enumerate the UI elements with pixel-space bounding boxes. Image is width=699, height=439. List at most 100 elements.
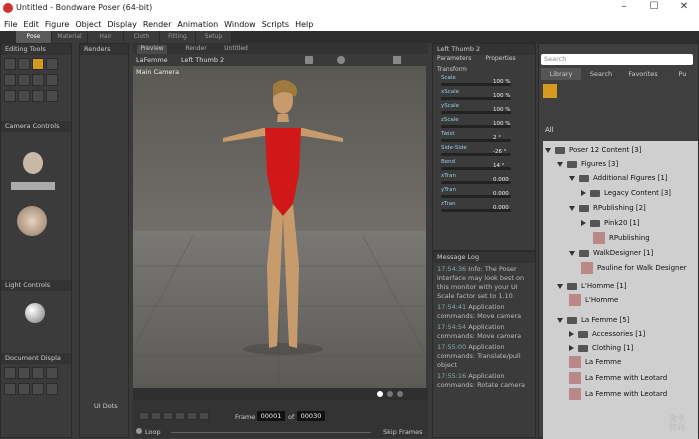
- menu-edit[interactable]: Edit: [23, 20, 39, 29]
- menu-window[interactable]: Window: [224, 20, 256, 29]
- parameter-row[interactable]: Side-Side -26 °: [433, 145, 535, 159]
- minimize-button[interactable]: –: [609, 1, 639, 16]
- scale-tool-icon[interactable]: [46, 58, 58, 70]
- parameter-row[interactable]: yScale 100 %: [433, 103, 535, 117]
- library-item[interactable]: L'Homme: [569, 293, 618, 307]
- parameter-dial[interactable]: [441, 139, 511, 142]
- select-tool-icon[interactable]: [4, 58, 16, 70]
- tab-properties[interactable]: Properties: [485, 55, 515, 66]
- loop-icon[interactable]: [136, 428, 142, 434]
- library-item[interactable]: Accessories [1]: [569, 327, 645, 341]
- library-item[interactable]: La Femme with Leotard: [569, 387, 667, 401]
- expand-arrow-icon[interactable]: [569, 205, 575, 211]
- color-tool-icon[interactable]: [46, 74, 58, 86]
- figure-select[interactable]: LaFemme: [136, 56, 168, 64]
- light-controls[interactable]: [1, 291, 71, 341]
- tab-parameters[interactable]: Parameters: [437, 55, 471, 66]
- menu-figure[interactable]: Figure: [45, 20, 69, 29]
- library-item[interactable]: La Femme with Leotard: [569, 371, 667, 385]
- play-icon[interactable]: [175, 412, 185, 420]
- timeline-slider[interactable]: [171, 432, 371, 433]
- search-input[interactable]: Search: [541, 54, 693, 65]
- parameter-row[interactable]: Scale 100 %: [433, 75, 535, 89]
- parameter-dial[interactable]: [441, 209, 511, 212]
- library-item[interactable]: WalkDesigner [1]: [569, 246, 653, 260]
- display-style-icon[interactable]: [46, 367, 58, 379]
- library-item[interactable]: La Femme: [569, 355, 621, 369]
- parameter-dial[interactable]: [441, 153, 511, 156]
- taper-tool-icon[interactable]: [18, 74, 30, 86]
- camera-icon[interactable]: [305, 56, 313, 64]
- tab-material[interactable]: Material: [52, 31, 88, 43]
- tab-favorites[interactable]: Favorites: [621, 68, 665, 80]
- parameter-row[interactable]: xTran 0.000: [433, 173, 535, 187]
- menu-animation[interactable]: Animation: [177, 20, 218, 29]
- loop-label[interactable]: Loop: [145, 428, 161, 436]
- tab-hair[interactable]: Hair: [88, 31, 124, 43]
- current-frame-field[interactable]: 00001: [257, 411, 285, 421]
- parameter-row[interactable]: Bend 14 °: [433, 159, 535, 173]
- view-magnifier-icon[interactable]: [18, 90, 30, 102]
- library-item[interactable]: Poser 12 Content [3]: [545, 143, 641, 157]
- display-dot-icon[interactable]: [387, 391, 393, 397]
- library-item[interactable]: L'Homme [1]: [557, 279, 626, 293]
- display-dot-icon[interactable]: [377, 391, 383, 397]
- expand-arrow-icon[interactable]: [569, 175, 575, 181]
- tab-pu[interactable]: Pu: [665, 68, 699, 80]
- figures-category-icon[interactable]: [543, 84, 557, 98]
- menu-file[interactable]: File: [4, 20, 17, 29]
- parameter-dial[interactable]: [441, 125, 511, 128]
- collapse-arrow-icon[interactable]: [581, 190, 586, 196]
- library-item[interactable]: RPublishing: [593, 231, 650, 245]
- camera-head-icon[interactable]: [23, 152, 43, 174]
- library-item[interactable]: Legacy Content [3]: [581, 186, 671, 200]
- collapse-arrow-icon[interactable]: [569, 331, 574, 337]
- display-style-icon[interactable]: [18, 367, 30, 379]
- menu-render[interactable]: Render: [143, 20, 171, 29]
- parameter-dial[interactable]: [441, 167, 511, 170]
- tab-cloth[interactable]: Cloth: [124, 31, 160, 43]
- display-style-icon[interactable]: [32, 367, 44, 379]
- menu-scripts[interactable]: Scripts: [262, 20, 289, 29]
- grouping-tool-icon[interactable]: [4, 90, 16, 102]
- next-key-icon[interactable]: [187, 412, 197, 420]
- previous-key-icon[interactable]: [151, 412, 161, 420]
- collapse-arrow-icon[interactable]: [569, 345, 574, 351]
- collapse-arrow-icon[interactable]: [581, 220, 586, 226]
- library-item[interactable]: La Femme [5]: [557, 313, 629, 327]
- expand-arrow-icon[interactable]: [557, 161, 563, 167]
- camera-controls[interactable]: [1, 132, 71, 242]
- library-item[interactable]: Pink20 [1]: [581, 216, 640, 230]
- close-button[interactable]: ✕: [669, 1, 699, 16]
- tab-preview[interactable]: Preview: [137, 45, 167, 54]
- parameter-dial[interactable]: [441, 111, 511, 114]
- library-item[interactable]: Pauline for Walk Designer: [581, 261, 687, 275]
- menu-help[interactable]: Help: [295, 20, 313, 29]
- camera-trackball-icon[interactable]: [17, 206, 47, 236]
- grid-icon[interactable]: [393, 56, 401, 64]
- library-item[interactable]: Additional Figures [1]: [569, 171, 668, 185]
- menu-display[interactable]: Display: [107, 20, 137, 29]
- tab-untitled[interactable]: Untitled: [221, 45, 251, 54]
- rotate-tool-icon[interactable]: [18, 58, 30, 70]
- expand-arrow-icon[interactable]: [545, 147, 551, 153]
- camera-move-icon[interactable]: [11, 182, 55, 190]
- expand-arrow-icon[interactable]: [569, 250, 575, 256]
- parameter-row[interactable]: Twist 2 °: [433, 131, 535, 145]
- stop-icon[interactable]: [163, 412, 173, 420]
- parameter-row[interactable]: zScale 100 %: [433, 117, 535, 131]
- tab-render[interactable]: Render: [181, 45, 211, 54]
- tab-pose[interactable]: Pose: [16, 31, 52, 43]
- translate-tool-icon[interactable]: [32, 58, 44, 70]
- parameter-dial[interactable]: [441, 83, 511, 86]
- render-icon[interactable]: [337, 56, 345, 64]
- tab-library[interactable]: Library: [541, 68, 581, 80]
- display-style-icon[interactable]: [46, 383, 58, 395]
- tab-search[interactable]: Search: [581, 68, 621, 80]
- library-item[interactable]: Clothing [1]: [569, 341, 633, 355]
- parameter-dial[interactable]: [441, 195, 511, 198]
- library-item[interactable]: Figures [3]: [557, 157, 618, 171]
- filter-all[interactable]: All: [545, 126, 554, 134]
- tab-fitting[interactable]: Fitting: [160, 31, 196, 43]
- maximize-button[interactable]: ☐: [639, 1, 669, 16]
